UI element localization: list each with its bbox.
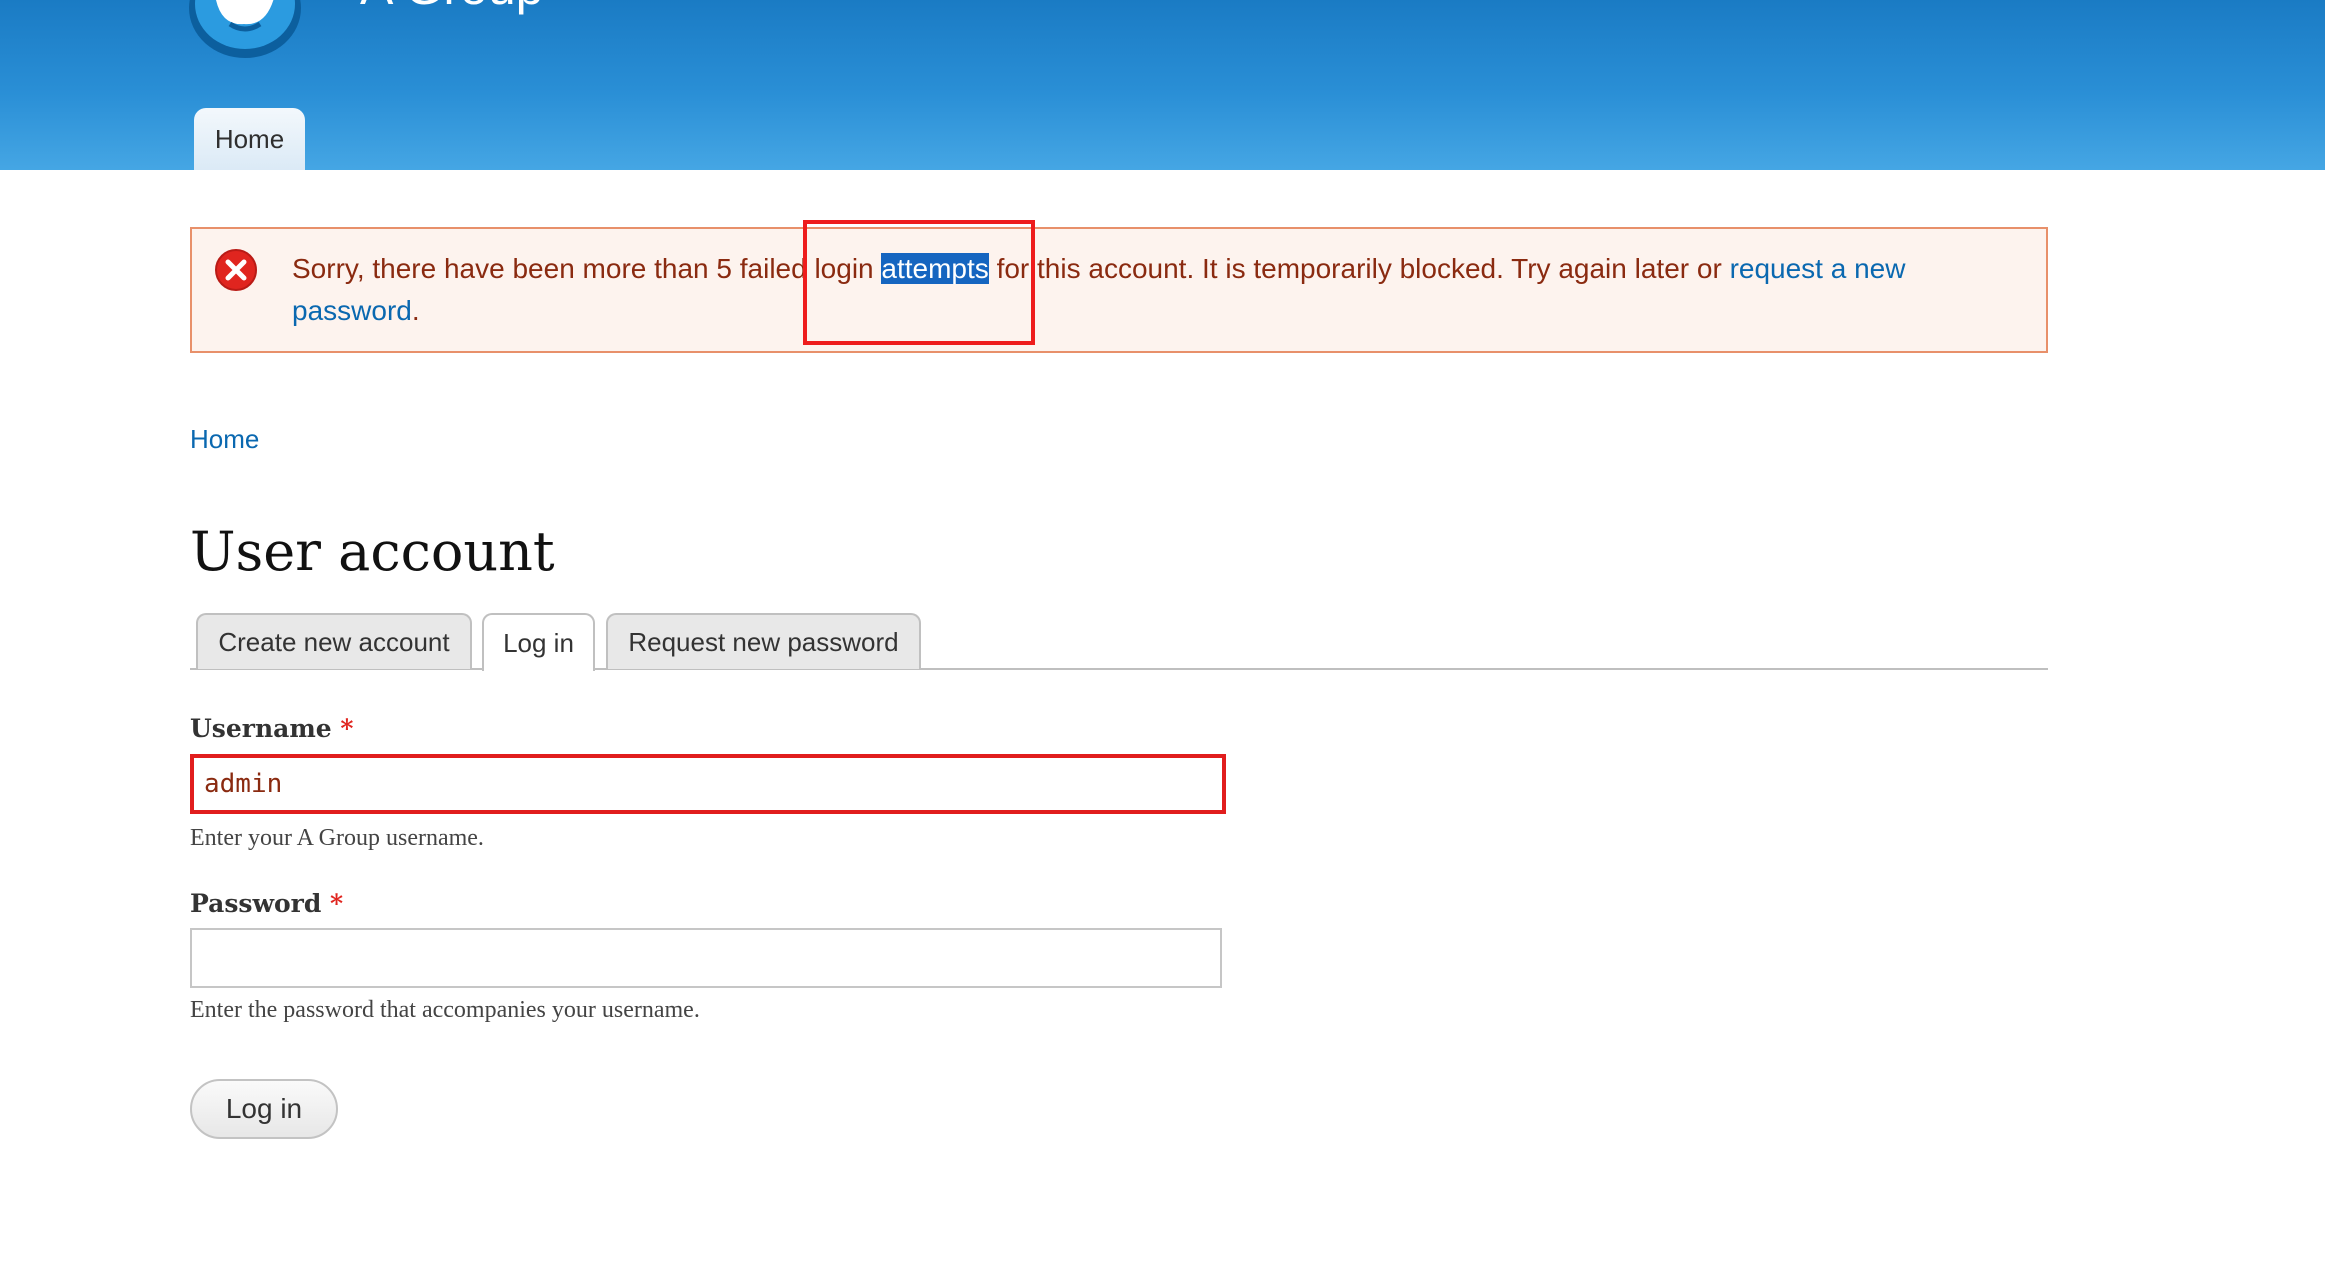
tab-request-new-password[interactable]: Request new password bbox=[606, 613, 921, 669]
error-text-end: . bbox=[411, 295, 420, 326]
site-header: A Group Home bbox=[0, 0, 2325, 170]
nav-home-tab[interactable]: Home bbox=[194, 108, 305, 170]
annotation-highlight-box bbox=[803, 220, 1035, 345]
tab-create-new-account[interactable]: Create new account bbox=[196, 613, 472, 669]
site-name[interactable]: A Group bbox=[360, 0, 543, 12]
password-label: Password * bbox=[190, 889, 343, 918]
password-help: Enter the password that accompanies your… bbox=[190, 997, 700, 1023]
error-icon bbox=[215, 249, 257, 291]
error-message-text: Sorry, there have been more than 5 faile… bbox=[292, 248, 2012, 332]
password-label-text: Password bbox=[190, 889, 322, 918]
drupal-logo-icon[interactable] bbox=[186, 0, 304, 60]
username-input[interactable]: admin bbox=[190, 754, 1226, 814]
tab-log-in[interactable]: Log in bbox=[482, 613, 595, 671]
error-message: Sorry, there have been more than 5 faile… bbox=[190, 227, 2048, 353]
required-marker: * bbox=[330, 889, 344, 918]
username-label: Username * bbox=[190, 714, 353, 743]
username-help: Enter your A Group username. bbox=[190, 825, 484, 851]
username-label-text: Username bbox=[190, 714, 332, 743]
error-text-part: Sorry, there have been more than 5 faile… bbox=[292, 253, 882, 284]
password-input[interactable] bbox=[190, 928, 1222, 988]
breadcrumb-home-link[interactable]: Home bbox=[190, 424, 259, 455]
log-in-button[interactable]: Log in bbox=[190, 1079, 338, 1139]
required-marker: * bbox=[340, 714, 354, 743]
error-text-part: for this account. It is temporarily bloc… bbox=[988, 253, 1730, 284]
page-title: User account bbox=[190, 520, 555, 583]
